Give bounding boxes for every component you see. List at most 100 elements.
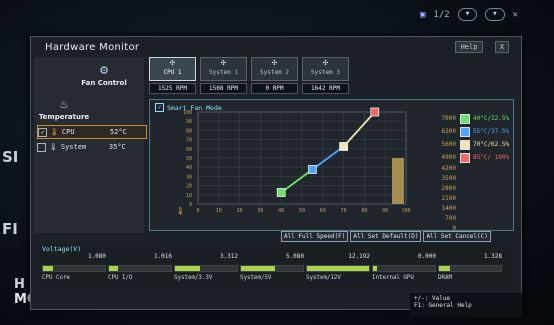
- sensor-system-row[interactable]: 🌡 System 35°C: [37, 141, 145, 153]
- all-set-default-button[interactable]: All Set Default(D): [350, 231, 422, 242]
- voltage-name: Internal GPU: [372, 275, 414, 281]
- fan-tab-system3[interactable]: ✣ System 3 1642 RPM: [302, 57, 349, 94]
- help-button[interactable]: Help: [455, 41, 483, 53]
- x-tick-label: 10: [216, 208, 222, 214]
- fan-tab-label: System 1: [209, 69, 238, 76]
- hardware-monitor-window: Hardware Monitor Help X ⚙ Fan Control ♨ …: [30, 36, 522, 310]
- fan-curve-panel: ✓ Smart Fan Mode 0 0 10 10 20 20 30 30 40 40 50 50 6…: [149, 99, 514, 240]
- fan-icon: ✣: [271, 58, 278, 68]
- voltage-bar: [174, 265, 238, 272]
- x-tick-label: 80: [361, 208, 367, 214]
- y-tick-label: 40: [186, 165, 192, 171]
- voltage-bar-fill: [307, 266, 369, 271]
- settings-button[interactable]: ▾: [485, 8, 505, 21]
- voltage-bar-fill: [241, 266, 276, 271]
- voltage-bar: [372, 265, 436, 272]
- y-tick-label: 90: [186, 119, 192, 125]
- y-tick-label: 30: [186, 174, 192, 180]
- x-tick-label: 50: [299, 208, 305, 214]
- fan-tab-system1[interactable]: ✣ System 1 1508 RPM: [200, 57, 247, 94]
- y-tick-label: 60: [186, 147, 192, 153]
- exit-icon[interactable]: ✕: [513, 10, 518, 20]
- temperature-axis-icon: 🌡: [176, 207, 185, 215]
- voltage-name: CPU Core: [42, 275, 70, 281]
- sensor-cpu-name: CPU: [61, 128, 75, 136]
- help-box: +/-: Value F1: General Help: [410, 293, 522, 317]
- legend-swatch: [460, 139, 470, 150]
- curve-segment: [342, 111, 376, 148]
- voltage-value: 0.000: [417, 253, 436, 260]
- voltage-item: 3.312 System/3.3V: [174, 253, 238, 281]
- window-title: Hardware Monitor: [45, 42, 140, 53]
- fan-tab-label: CPU 1: [163, 69, 182, 76]
- temperature-label: Temperature: [38, 113, 90, 121]
- legend-row[interactable]: 7000 40°C/12.5%: [430, 112, 510, 125]
- fan-control-icon: ⚙: [99, 64, 109, 77]
- sensor-cpu-value: 52°C: [109, 128, 127, 136]
- fan-control-tab[interactable]: ⚙ Fan Control: [66, 64, 142, 88]
- x-tick-label: 40: [278, 208, 284, 214]
- legend-row[interactable]: 6300 55°C/37.5%: [430, 125, 510, 138]
- x-tick-label: 20: [237, 208, 243, 214]
- fan-rpm: 0 RPM: [251, 83, 298, 94]
- y-tick-label: 100: [183, 110, 192, 116]
- y-tick-label: 70: [186, 138, 192, 144]
- voltage-name: System/5V: [240, 275, 272, 281]
- fan-icon: ✣: [220, 58, 227, 68]
- rpm-tick-label: 1400: [441, 205, 456, 212]
- bios-screen: SI FI H MONITOR ▣ 1/2 ▾ ▾ ✕ Hardware Mon…: [0, 0, 554, 325]
- fan-tab-cpu1[interactable]: ✣ CPU 1 1525 RPM: [149, 57, 196, 94]
- curve-point[interactable]: [276, 188, 286, 197]
- voltage-value: 3.312: [219, 253, 238, 260]
- background-logo-si: SI: [2, 148, 19, 166]
- voltage-bar-fill: [373, 266, 377, 271]
- voltage-bar: [42, 265, 106, 272]
- legend-row[interactable]: 4900 85°C/ 100%: [430, 151, 510, 164]
- sensor-cpu-row[interactable]: ✓ 🌡 CPU 52°C: [37, 125, 147, 139]
- all-set-cancel-button[interactable]: All Set Cancel(C): [423, 231, 491, 242]
- fan-tab-system2[interactable]: ✣ System 2 0 RPM: [251, 57, 298, 94]
- rpm-axis: 420035002800210014007000✣ (RPM): [430, 164, 510, 240]
- curve-point[interactable]: [308, 165, 317, 174]
- curve-point[interactable]: [339, 142, 348, 151]
- help-line: F1: General Help: [414, 302, 472, 309]
- voltage-bar-fill: [439, 266, 451, 271]
- legend-rpm-tick: 4900: [441, 154, 456, 161]
- background-logo-h: H: [14, 277, 25, 292]
- voltage-bar-fill: [43, 266, 53, 271]
- legend-rpm-tick: 5600: [441, 141, 456, 148]
- voltage-name: CPU I/O: [108, 275, 133, 281]
- fan-tab-label: System 3: [311, 69, 340, 76]
- voltage-bar: [438, 265, 502, 272]
- y-tick-label: 10: [186, 193, 192, 199]
- fan-rpm: 1642 RPM: [302, 83, 349, 94]
- thermometer-icon: 🌡: [50, 128, 59, 136]
- temperature-tab[interactable]: ♨ Temperature: [34, 99, 94, 122]
- sensor-system-value: 35°C: [108, 143, 126, 151]
- left-panel: ⚙ Fan Control ♨ Temperature ✓ 🌡 CPU 52°C…: [34, 57, 147, 233]
- language-button[interactable]: ▾: [457, 8, 478, 21]
- fan-curve-chart[interactable]: 00 10 10 20 20 30 30 40 40 50 50 60 60 70 70 80 80 90 90 10…: [150, 100, 430, 230]
- sensor-cpu-checkbox[interactable]: ✓: [38, 127, 47, 137]
- voltage-item: 12.192 System/12V: [306, 253, 370, 281]
- y-tick-label: 0: [189, 202, 192, 208]
- x-tick-label: 70: [341, 208, 347, 214]
- voltage-bar: [108, 265, 172, 272]
- help-line: +/-: Value: [414, 295, 451, 302]
- x-tick-label: 60: [320, 208, 326, 214]
- voltage-name: System/3.3V: [174, 275, 213, 281]
- curve-segment: [280, 168, 313, 194]
- voltage-item: 1.328 DRAM: [438, 253, 502, 281]
- voltage-value: 1.328: [483, 253, 502, 260]
- fan-rpm: 1508 RPM: [200, 83, 247, 94]
- all-full-speed-button[interactable]: All Full Speed(F): [281, 231, 349, 242]
- curve-point[interactable]: [370, 107, 380, 117]
- y-tick-label: 20: [186, 184, 192, 190]
- curve-legend: 7000 40°C/12.5% 6300 55°C/37.5% 5600 70°…: [430, 112, 510, 240]
- close-button[interactable]: X: [495, 41, 509, 53]
- legend-row[interactable]: 5600 70°C/62.5%: [430, 138, 510, 151]
- legend-swatch: [460, 113, 470, 124]
- sensor-system-checkbox[interactable]: [37, 142, 46, 152]
- voltage-item: 1.080 CPU Core: [42, 253, 106, 281]
- background-logo-fi: FI: [2, 220, 18, 238]
